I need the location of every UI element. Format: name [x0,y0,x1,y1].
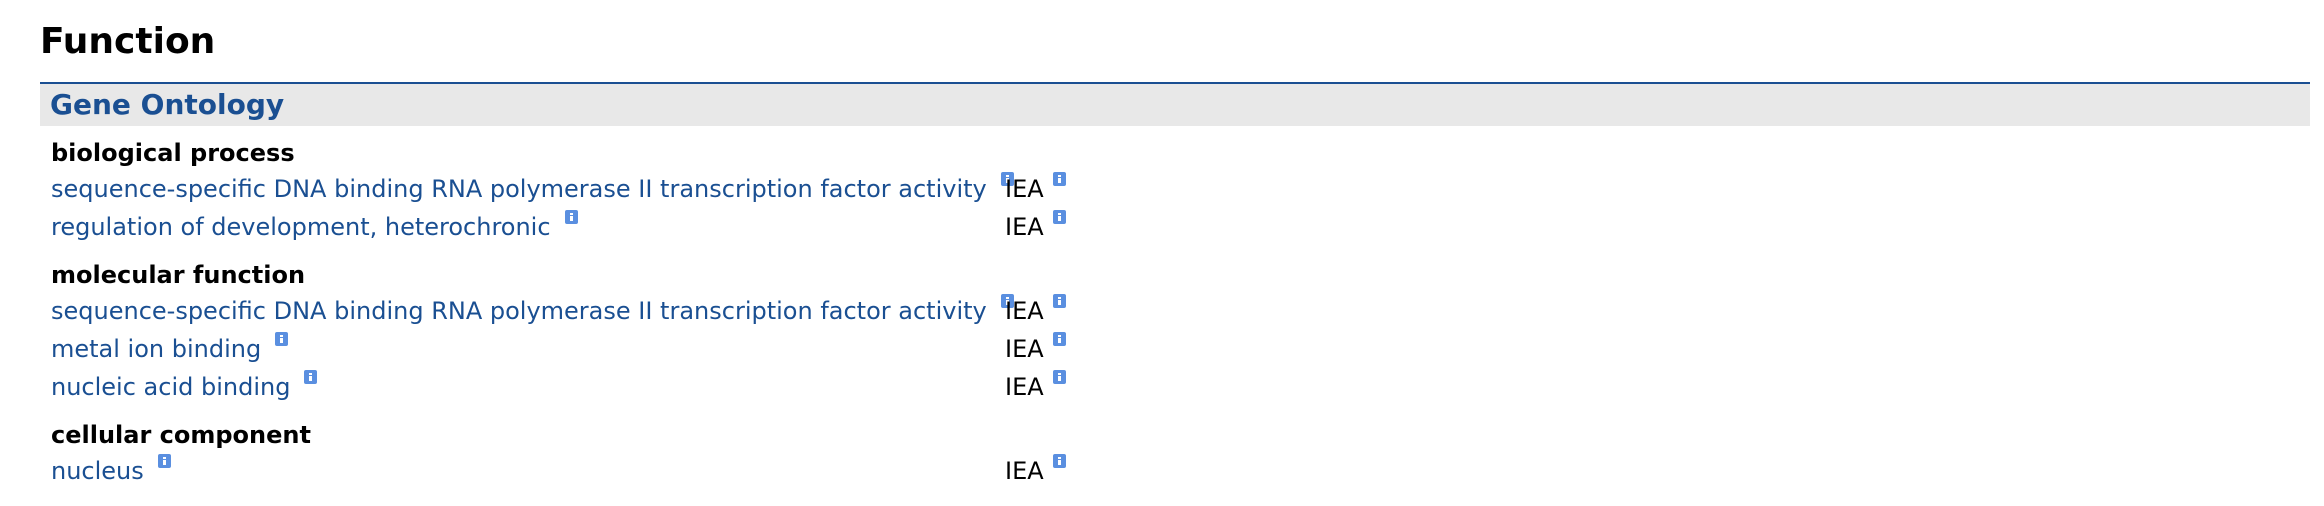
info-icon[interactable] [1053,454,1066,468]
evidence-code: IEA [1005,457,1044,485]
info-icon[interactable] [1053,210,1066,224]
go-term-link[interactable]: nucleic acid binding [51,368,318,406]
evidence-code: IEA [1005,335,1044,363]
category-molecular-function: molecular function [51,261,306,289]
evidence-code: IEA [1005,175,1044,203]
go-term-link[interactable]: metal ion binding [51,330,289,368]
function-page: Function Gene Ontology biological proces… [0,0,2324,506]
info-icon[interactable] [304,370,318,384]
go-term-label: nucleus [51,457,144,485]
gene-ontology-header: Gene Ontology [40,84,2310,126]
go-term-link[interactable]: nucleus [51,452,171,490]
info-icon[interactable] [564,210,578,224]
section-title: Function [40,21,216,62]
go-term-label: metal ion binding [51,335,262,363]
info-icon[interactable] [275,332,289,346]
info-icon[interactable] [1053,332,1066,346]
go-term-link[interactable]: sequence-specific DNA binding RNA polyme… [51,292,1014,330]
info-icon[interactable] [1053,294,1066,308]
go-term-label: nucleic acid binding [51,373,291,401]
go-term-row: sequence-specific DNA binding RNA polyme… [51,292,1151,330]
go-term-label: sequence-specific DNA binding RNA polyme… [51,297,987,325]
go-term-row: nucleic acid binding IEA [51,368,1151,406]
go-term-label: sequence-specific DNA binding RNA polyme… [51,175,987,203]
info-icon[interactable] [1053,370,1066,384]
info-icon[interactable] [1053,172,1066,186]
evidence-code: IEA [1005,213,1044,241]
go-term-row: sequence-specific DNA binding RNA polyme… [51,170,1151,208]
evidence-code: IEA [1005,373,1044,401]
category-cellular-component: cellular component [51,421,311,449]
go-term-link[interactable]: sequence-specific DNA binding RNA polyme… [51,170,1014,208]
evidence-code: IEA [1005,297,1044,325]
info-icon[interactable] [157,454,171,468]
gene-ontology-title: Gene Ontology [50,88,285,121]
go-term-link[interactable]: regulation of development, heterochronic [51,208,578,246]
go-term-row: regulation of development, heterochronic… [51,208,1151,246]
go-term-row: nucleus IEA [51,452,1151,490]
category-biological-process: biological process [51,139,295,167]
go-term-label: regulation of development, heterochronic [51,213,551,241]
go-term-row: metal ion binding IEA [51,330,1151,368]
